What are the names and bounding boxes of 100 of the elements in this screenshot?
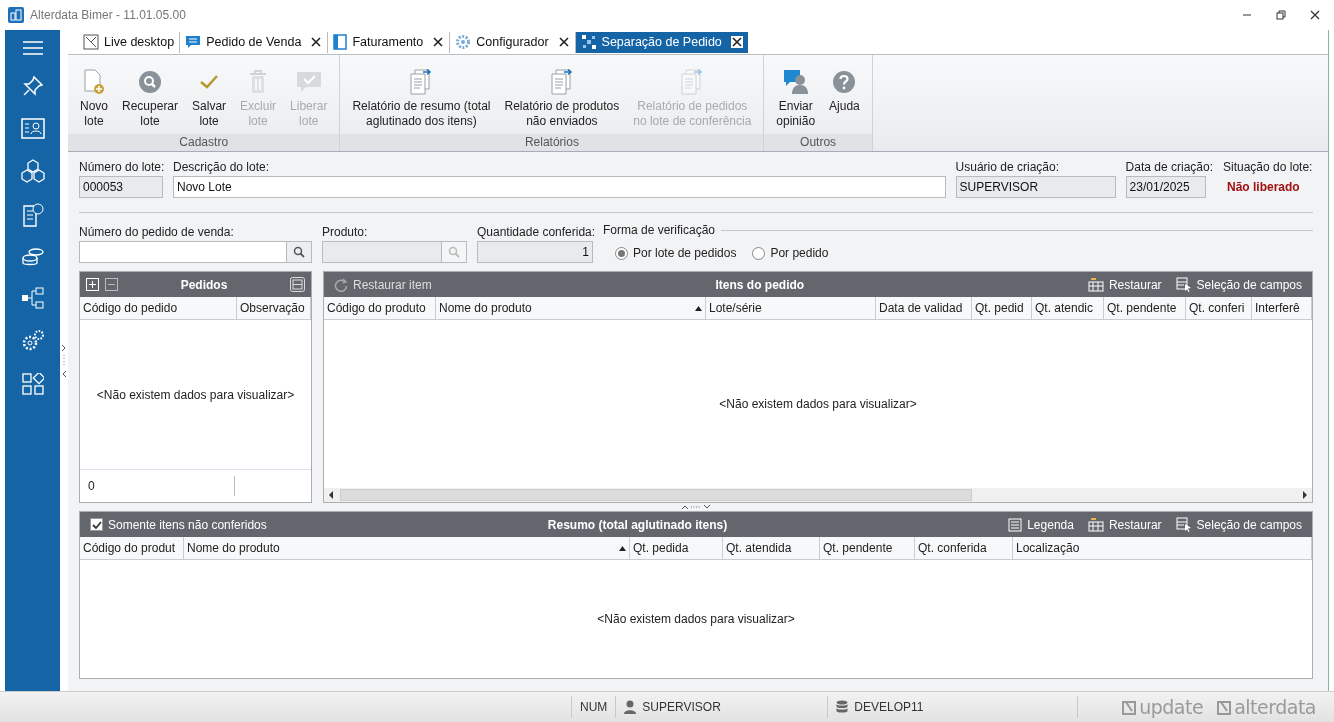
checkmark-icon [199,74,220,90]
document-tab[interactable]: Separação de Pedido [574,31,748,53]
scatter-icon [580,34,597,50]
filter-checkbox[interactable]: Somente itens não conferidos [86,517,271,532]
column-title: Nome do produto [439,301,532,315]
invoice-icon[interactable] [21,203,44,227]
column-title: Código do produt [83,541,176,555]
document-tab[interactable]: Configurador [449,31,575,53]
gears-icon[interactable] [20,329,45,353]
search-button[interactable] [287,241,312,263]
panel-toggle-icon[interactable] [290,277,305,292]
document-tab[interactable]: Faturamento [327,31,450,53]
radio-option[interactable]: Por lote de pedidos [615,246,737,260]
column-title: Qt. atendic [1035,301,1094,315]
column-header[interactable]: Qt. conferi [1186,297,1252,319]
column-title: Observação [240,301,305,315]
scroll-right-icon[interactable] [1302,491,1308,499]
collapse-handle-icon[interactable] [61,343,67,378]
column-header[interactable]: Qt. pendente [1104,297,1186,319]
header-action-button[interactable]: Restaurar [1083,277,1166,292]
field-selection-icon [1175,277,1192,292]
restore-icon[interactable] [1276,10,1286,20]
refresh-icon [334,277,348,292]
column-header[interactable]: Observação [237,297,311,319]
header-action-button[interactable]: Seleção de campos [1171,517,1306,532]
header-action-button[interactable]: Seleção de campos [1171,277,1306,292]
column-header[interactable]: Qt. pendente [820,537,915,559]
pin-icon[interactable] [21,75,44,97]
database-name: DEVELOP11 [854,700,924,714]
column-header[interactable]: Qt. conferida [915,537,1013,559]
header-action-button[interactable]: Legenda [1004,517,1078,532]
table-icon [1087,517,1104,532]
coins-icon[interactable] [20,247,45,267]
column-header[interactable]: Localização [1013,537,1312,559]
ribbon-button[interactable]: Ajuda [822,55,867,134]
column-header[interactable]: Qt. pedid [972,297,1032,319]
panel-title: Resumo (total aglutinado itens) [546,517,729,532]
trash-icon [248,70,269,94]
column-title: Código do produto [327,301,426,315]
document-tab[interactable]: Pedido de Venda [179,31,328,53]
close-icon[interactable] [557,36,570,48]
header-action-button[interactable]: Restaurar [1083,517,1166,532]
radio-option[interactable]: Por pedido [752,246,829,260]
ribbon-button[interactable]: Relatório de resumo (total aglutinado dos itens) [345,55,498,134]
column-header[interactable]: Qt. pedida [630,537,723,559]
column-header[interactable]: Lote/série [706,297,876,319]
collapse-all-icon[interactable] [105,278,118,291]
ribbon-button[interactable]: Novo lote [73,55,115,134]
expand-all-icon[interactable] [86,278,99,291]
column-header[interactable]: Nome do produto [184,537,630,559]
close-icon[interactable] [1310,10,1320,20]
desktop-icon [83,34,99,50]
menu-icon[interactable] [22,41,43,55]
column-title: Data de validad [879,301,963,315]
ribbon-button[interactable]: Relatório de produtos não enviados [497,55,627,134]
field-label: Descrição do lote: [173,160,271,174]
column-header[interactable]: Código do produto [324,297,436,319]
text-field[interactable]: 000053 [79,176,163,198]
contact-card-icon[interactable] [20,117,45,139]
horizontal-scrollbar[interactable] [324,488,1312,502]
scroll-left-icon[interactable] [328,491,334,499]
total-count: 0 [88,479,96,493]
sort-icon [619,545,626,551]
radio-button[interactable] [752,246,766,260]
empty-message: <Não existem dados para visualizar> [96,387,295,402]
column-header[interactable]: Código do produt [80,537,184,559]
column-header[interactable]: Data de validad [876,297,972,319]
field-label: Número do pedido de venda: [79,225,235,239]
table-icon [1087,277,1104,292]
cubes-icon[interactable] [20,159,45,183]
search-field[interactable] [79,241,287,263]
ribbon-button[interactable]: Enviar opinião [769,55,823,134]
column-title: Qt. pendente [1107,301,1177,315]
ribbon-button[interactable]: Salvar lote [185,55,234,134]
field-selection-icon [1175,517,1192,532]
logo-mark-icon [1217,699,1232,715]
column-title: Qt. conferi [1189,301,1245,315]
close-icon[interactable] [432,36,445,48]
ribbon-button[interactable]: Recuperar lote [115,55,186,134]
text-field[interactable]: Novo Lote [173,176,946,198]
radio-button[interactable] [615,246,628,260]
document-tab[interactable]: Live desktop [78,31,180,53]
splitter-grip-icon[interactable] [681,504,711,510]
app-logo-icon [8,7,24,23]
logo-mark-icon [1122,699,1137,715]
flowchart-icon[interactable] [20,287,45,309]
window-title: Alterdata Bimer - 11.01.05.00 [30,8,186,22]
column-header[interactable]: Nome do produto [436,297,706,319]
column-header[interactable]: Qt. atendic [1032,297,1104,319]
close-icon[interactable] [730,36,743,48]
text-field[interactable]: SUPERVISOR [955,176,1116,198]
apps-icon[interactable] [21,373,44,395]
restore-item-button[interactable]: Restaurar item [330,277,436,292]
close-icon[interactable] [310,36,323,48]
column-header[interactable]: Interferê [1252,297,1312,319]
column-header[interactable]: Qt. atendida [723,537,820,559]
search-icon [293,246,305,258]
field-label: Usuário de criação: [955,160,1060,174]
text-field[interactable]: 23/01/2025 [1125,176,1206,198]
column-header[interactable]: Código do pedido [80,297,237,319]
